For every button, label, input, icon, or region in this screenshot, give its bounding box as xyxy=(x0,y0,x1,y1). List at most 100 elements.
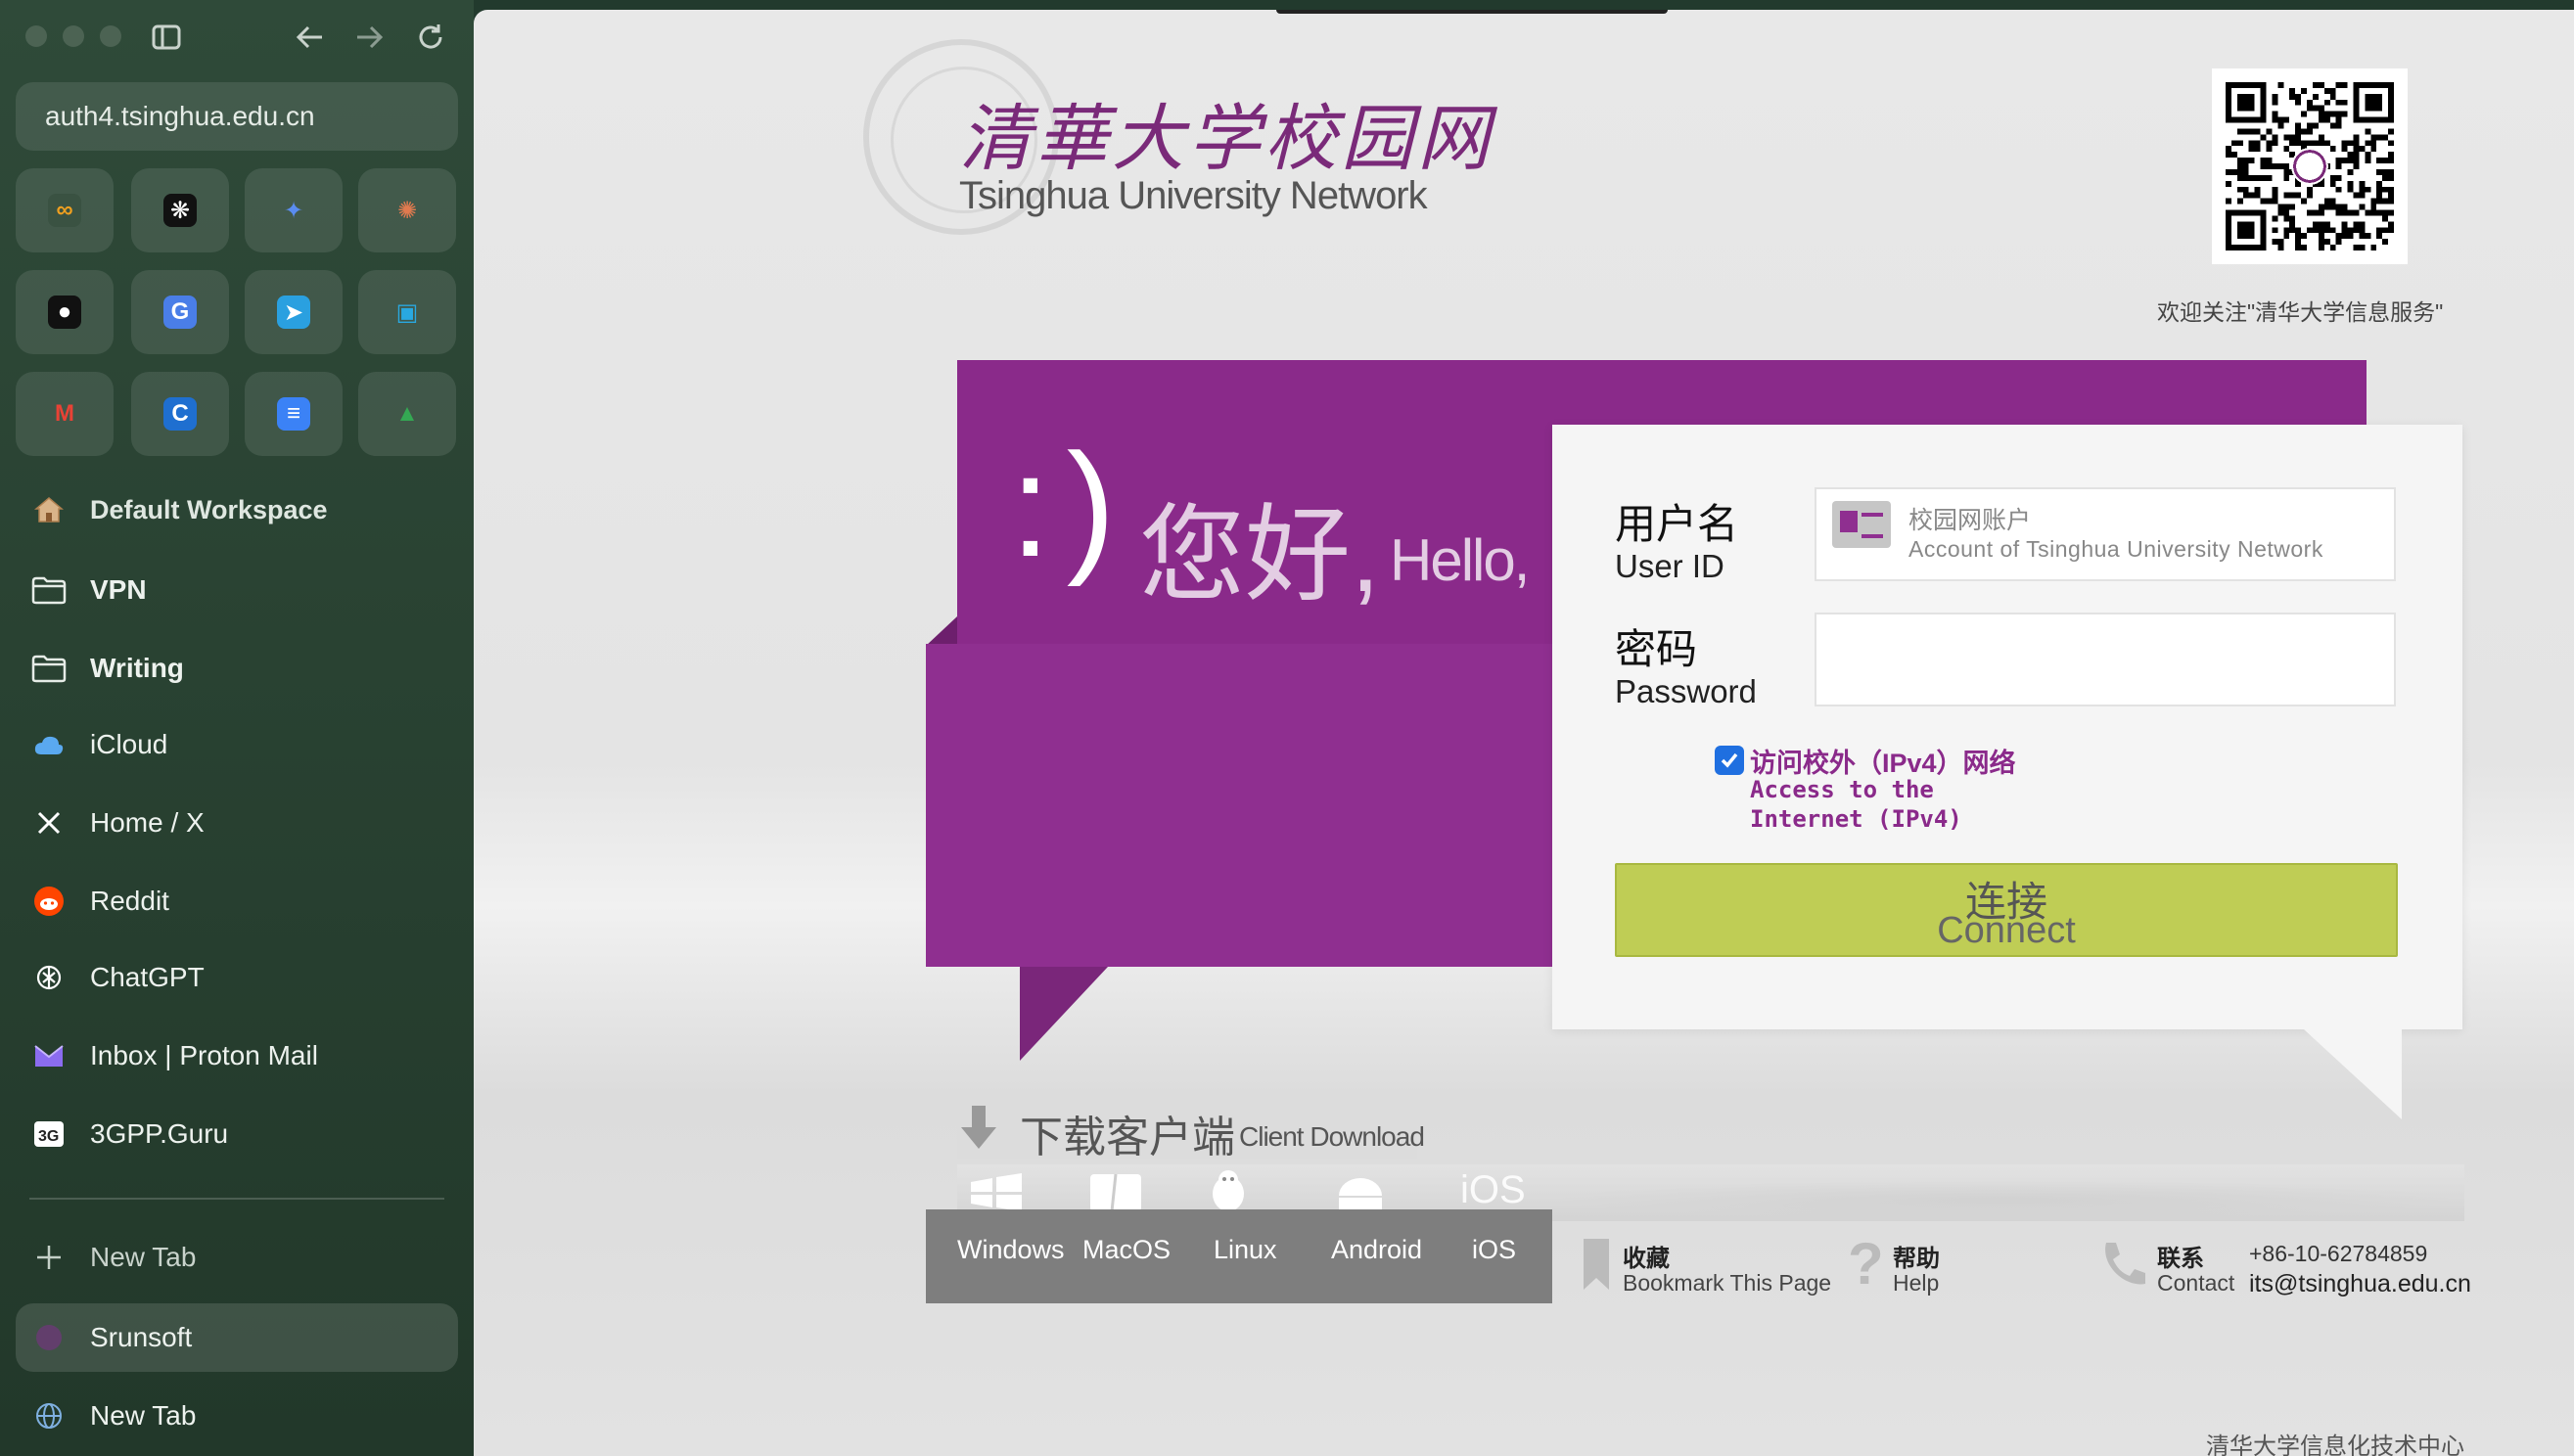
favorite-perplexity[interactable]: ❋ xyxy=(131,168,229,252)
new-tab-button[interactable]: New Tab xyxy=(16,1223,458,1292)
window-zoom-button[interactable] xyxy=(100,25,121,47)
favorite-claude[interactable]: ✺ xyxy=(358,168,456,252)
icloud-icon xyxy=(29,725,69,764)
linux-tux-icon xyxy=(1213,1170,1244,1211)
sidebar-item-label: Inbox | Proton Mail xyxy=(90,1040,318,1070)
github-icon: ● xyxy=(48,296,81,329)
ipv4-label-en[interactable]: Access to the Internet (IPv4) xyxy=(1750,775,2044,834)
window-minimize-button[interactable] xyxy=(63,25,84,47)
tab-label: New Tab xyxy=(90,1400,197,1431)
gemini-icon: ✦ xyxy=(283,197,304,224)
bookmark-label-en[interactable]: Bookmark This Page xyxy=(1623,1270,1831,1297)
ipv4-checkbox[interactable] xyxy=(1715,746,1744,775)
favorite-github[interactable]: ● xyxy=(16,270,114,354)
android-download-link[interactable]: Android xyxy=(1331,1235,1422,1265)
client-download-title-cn: 下载客户端 xyxy=(1020,1114,1235,1161)
connect-button[interactable]: 连接 Connect xyxy=(1615,863,2398,957)
logo-chinese: 清華大学校园网 xyxy=(959,97,1494,181)
contact-phone: +86-10-62784859 xyxy=(2249,1241,2428,1266)
svg-text:?: ? xyxy=(1848,1233,1883,1292)
username-placeholder-cn: 校园网账户 xyxy=(1908,507,2032,534)
sidebar-item-inbox-proton-mail[interactable]: Inbox | Proton Mail xyxy=(16,1022,458,1090)
sidebar-item-label: Reddit xyxy=(90,886,169,916)
favorite-gmail[interactable]: M xyxy=(16,372,114,456)
reload-icon[interactable] xyxy=(411,18,450,57)
workspace-switcher[interactable]: Default Workspace xyxy=(16,476,458,544)
address-bar[interactable]: auth4.tsinghua.edu.cn xyxy=(16,82,458,151)
back-arrow-icon[interactable] xyxy=(290,18,329,57)
contact-label-cn: 联系 xyxy=(2157,1246,2204,1272)
favorite-google-translate[interactable]: G xyxy=(131,270,229,354)
ios-download-link[interactable]: iOS xyxy=(1472,1235,1516,1265)
client-download-title-en: Client Download xyxy=(1239,1121,1425,1152)
bilibili-icon: ▣ xyxy=(395,298,419,326)
sidebar-item-label: Home / X xyxy=(90,807,205,838)
windows-download-link[interactable]: Windows xyxy=(957,1235,1065,1265)
google-docs-icon: ≡ xyxy=(277,397,310,431)
claude-icon: ✺ xyxy=(396,197,418,224)
sidebar-item-vpn[interactable]: VPN xyxy=(16,556,458,624)
sidebar-item-label: Writing xyxy=(90,653,184,683)
tab-srunsoft[interactable]: Srunsoft xyxy=(16,1303,458,1372)
help-label-en[interactable]: Help xyxy=(1893,1270,1939,1297)
cursor-c-icon: C xyxy=(163,397,197,431)
windows-logo-icon xyxy=(971,1173,1022,1211)
loop-icon: ∞ xyxy=(48,194,81,227)
sidebar-item-label: 3GPP.Guru xyxy=(90,1118,229,1149)
password-label-cn: 密码 xyxy=(1615,626,1698,672)
username-placeholder-en: Account of Tsinghua University Network xyxy=(1908,536,2323,562)
sidebar-item-chatgpt[interactable]: ChatGPT xyxy=(16,943,458,1012)
password-input[interactable] xyxy=(1815,613,2396,706)
globe-icon xyxy=(29,1396,69,1435)
sidebar-item-3gpp-guru[interactable]: 3G 3GPP.Guru xyxy=(16,1100,458,1168)
checkmark-icon xyxy=(1721,752,1738,768)
house-icon xyxy=(29,490,69,529)
sidebar-toggle-icon[interactable] xyxy=(147,18,186,57)
username-input[interactable]: 校园网账户 Account of Tsinghua University Net… xyxy=(1815,487,2396,581)
wechat-qr-code xyxy=(2212,68,2408,264)
user-id-label-en: User ID xyxy=(1615,548,1724,584)
banner-fold xyxy=(926,616,957,646)
bookmark-label-cn[interactable]: 收藏 xyxy=(1623,1239,1670,1273)
bookmark-icon[interactable] xyxy=(1582,1237,1611,1292)
linux-download-link[interactable]: Linux xyxy=(1214,1235,1277,1265)
google-translate-icon: G xyxy=(163,296,197,329)
reddit-icon xyxy=(29,882,69,921)
3gpp-icon: 3G xyxy=(29,1115,69,1154)
help-question-icon[interactable]: ? xyxy=(1844,1233,1883,1292)
phone-icon xyxy=(2105,1243,2145,1285)
favorite-gemini[interactable]: ✦ xyxy=(245,168,343,252)
contact-label-en: Contact xyxy=(2157,1270,2235,1296)
sidebar-item-writing[interactable]: Writing xyxy=(16,634,458,703)
google-drive-icon: ▲ xyxy=(395,400,419,427)
browser-sidebar: auth4.tsinghua.edu.cn Default Workspace … xyxy=(0,0,474,1456)
sidebar-item-home-x[interactable]: Home / X xyxy=(16,789,458,857)
tab-new-tab[interactable]: New Tab xyxy=(16,1382,458,1450)
hello-chinese: 您好, xyxy=(1139,495,1381,614)
tab-label: Srunsoft xyxy=(90,1322,193,1352)
user-id-label-cn: 用户名 xyxy=(1615,501,1739,547)
macos-download-link[interactable]: MacOS xyxy=(1082,1235,1171,1265)
forward-arrow-icon[interactable] xyxy=(350,18,390,57)
sidebar-item-icloud[interactable]: iCloud xyxy=(16,710,458,779)
login-card-tail xyxy=(2304,1029,2402,1119)
favorite-cursor-c[interactable]: C xyxy=(131,372,229,456)
qr-caption: 欢迎关注"清华大学信息服务" xyxy=(2157,299,2444,325)
favorite-telegram[interactable]: ➤ xyxy=(245,270,343,354)
hello-english: Hello, xyxy=(1390,527,1530,593)
contact-email[interactable]: its@tsinghua.edu.cn xyxy=(2249,1270,2471,1298)
favorite-google-docs[interactable]: ≡ xyxy=(245,372,343,456)
sidebar-item-reddit[interactable]: Reddit xyxy=(16,867,458,935)
ios-logo-text: iOS xyxy=(1460,1168,1526,1211)
window-close-button[interactable] xyxy=(25,25,47,47)
top-notch xyxy=(1276,10,1668,14)
favorite-loop[interactable]: ∞ xyxy=(16,168,114,252)
android-logo-icon xyxy=(1339,1178,1382,1213)
new-tab-label: New Tab xyxy=(90,1242,197,1272)
favorite-google-drive[interactable]: ▲ xyxy=(358,372,456,456)
sidebar-item-label: ChatGPT xyxy=(90,962,205,992)
workspace-name: Default Workspace xyxy=(90,494,328,524)
favorite-bilibili[interactable]: ▣ xyxy=(358,270,456,354)
x-icon xyxy=(29,803,69,842)
help-label-cn[interactable]: 帮助 xyxy=(1893,1239,1940,1273)
